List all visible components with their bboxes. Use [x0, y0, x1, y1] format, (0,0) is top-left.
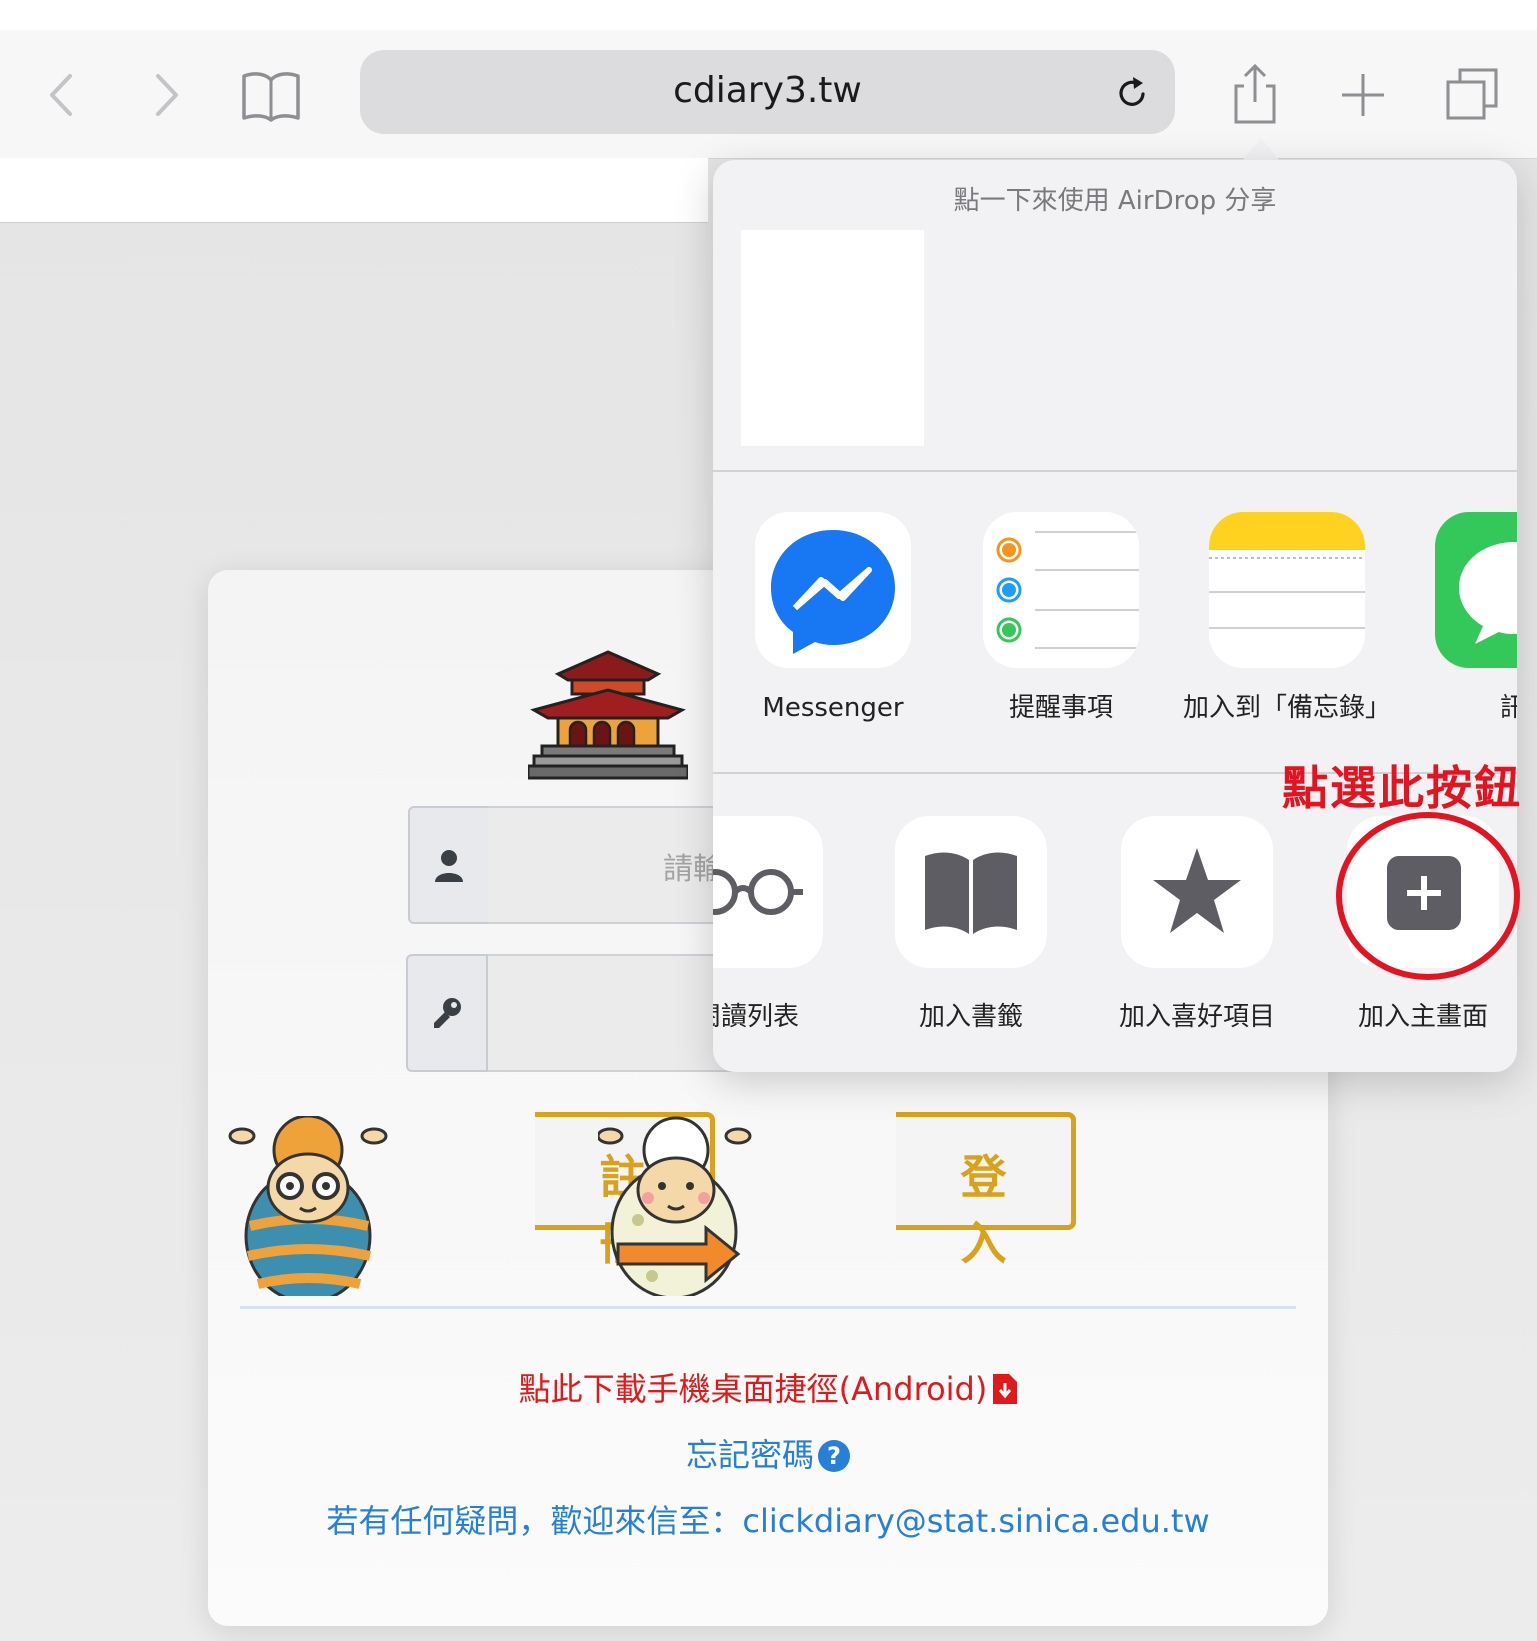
login-button[interactable]: 登入 [896, 1112, 1076, 1270]
safari-toolbar: cdiary3.tw [0, 30, 1537, 159]
chevron-left-icon [50, 74, 72, 116]
separator [713, 470, 1517, 472]
back-button[interactable] [28, 60, 98, 130]
status-strip [0, 0, 1537, 31]
share-sheet-caret [1243, 138, 1279, 160]
star-icon [1153, 848, 1241, 933]
sheep-arrow-mascot-icon [598, 1116, 752, 1296]
tabs-icon [1446, 68, 1498, 120]
forgot-password-link[interactable]: 忘記密碼? [208, 1430, 1328, 1476]
reading-list-label: 閱讀列表 [713, 1002, 799, 1032]
notes-app[interactable] [1209, 512, 1365, 668]
messenger-icon [755, 512, 911, 668]
open-book-icon [242, 72, 300, 122]
user-icon-box [408, 806, 490, 924]
user-icon [435, 850, 463, 882]
forgot-password-text: 忘記密碼 [685, 1436, 814, 1474]
android-shortcut-link[interactable]: 點此下載手機桌面捷徑(Android) [208, 1364, 1328, 1410]
add-bookmark-action[interactable] [895, 816, 1047, 968]
messenger-label: Messenger [762, 693, 904, 723]
contact-text[interactable]: 若有任何疑問，歡迎來信至：clickdiary@stat.sinica.edu.… [208, 1496, 1328, 1542]
add-favorite-label: 加入喜好項目 [1118, 1002, 1275, 1032]
reading-list-action[interactable] [713, 816, 823, 968]
question-circle-icon: ? [818, 1440, 850, 1472]
tabs-button[interactable] [1438, 60, 1508, 130]
add-favorite-action[interactable] [1121, 816, 1273, 968]
messages-icon [1435, 512, 1517, 668]
share-icon [1234, 63, 1276, 124]
airdrop-title: 點一下來使用 AirDrop 分享 [953, 186, 1277, 216]
reminders-label: 提醒事項 [1008, 693, 1113, 723]
file-download-icon [993, 1374, 1018, 1404]
notes-label: 加入到「備忘錄」 [1182, 693, 1391, 723]
highlight-circle [1336, 812, 1520, 980]
page-header-strip [0, 158, 708, 223]
browser-window: cdiary3.tw 請輸 登入 點此下載手機桌面捷徑(Android) 忘記密… [0, 0, 1537, 1641]
address-bar[interactable]: cdiary3.tw [360, 50, 1175, 134]
messages-app[interactable] [1435, 512, 1517, 668]
url-text: cdiary3.tw [673, 70, 862, 111]
glasses-icon [713, 869, 803, 915]
android-shortcut-text: 點此下載手機桌面捷徑(Android) [518, 1370, 988, 1408]
key-icon [434, 998, 461, 1028]
chevron-right-icon [156, 74, 178, 116]
forward-button[interactable] [130, 60, 200, 130]
temple-logo-icon [528, 650, 688, 780]
messages-label: 訊 [1499, 693, 1517, 723]
messenger-app[interactable] [755, 512, 911, 668]
add-to-home-screen-label: 加入主畫面 [1357, 1002, 1488, 1032]
new-tab-button[interactable] [1328, 60, 1398, 130]
reload-icon[interactable] [1113, 74, 1151, 112]
bookmarks-button[interactable] [236, 60, 306, 130]
plus-icon [1342, 74, 1384, 116]
share-button[interactable] [1220, 60, 1290, 130]
instruction-annotation: 點選此按鈕 [1282, 761, 1522, 815]
key-icon-box [406, 954, 488, 1072]
sheep-glasses-mascot-icon [228, 1116, 388, 1296]
airdrop-device[interactable] [741, 230, 924, 446]
add-bookmark-label: 加入書籤 [918, 1002, 1023, 1032]
reminders-app[interactable] [983, 512, 1139, 668]
book-icon [925, 852, 1017, 934]
notes-icon [1209, 512, 1365, 668]
login-label: 登入 [960, 1150, 1047, 1270]
reminders-icon [983, 512, 1139, 668]
divider [240, 1306, 1296, 1309]
